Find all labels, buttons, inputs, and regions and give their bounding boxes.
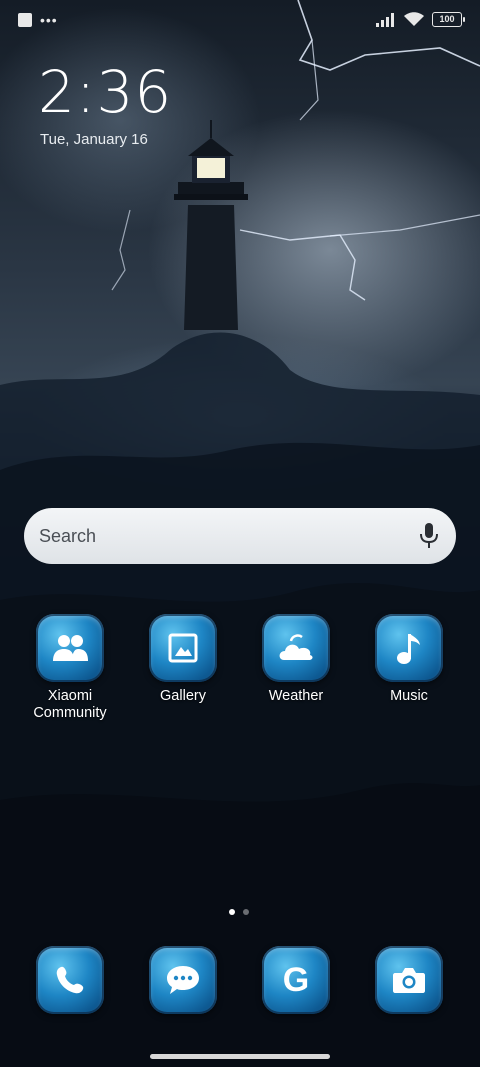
app-label: Weather [268,688,324,704]
more-dots-icon: ••• [40,12,58,28]
dock-messages[interactable] [133,946,233,1014]
phone-icon [36,946,104,1014]
gallery-icon [149,614,217,682]
battery-icon: 100 [432,12,465,27]
app-weather[interactable]: Weather [246,614,346,705]
google-icon: G [262,946,330,1014]
camera-icon [375,946,443,1014]
wifi-icon [404,12,424,26]
page-indicator [229,909,249,915]
google-glyph: G [282,960,310,999]
home-gesture-bar[interactable] [150,1054,330,1059]
app-gallery[interactable]: Gallery [133,614,233,705]
dock-google[interactable]: G [246,946,346,1014]
signal-icon [376,12,394,27]
dock-phone[interactable] [20,946,120,1014]
app-label: Music [390,688,428,704]
community-icon [36,614,104,682]
app-label: Xiaomi Community [33,688,107,721]
search-placeholder: Search [39,526,97,546]
clock-time[interactable]: 2:36 [38,58,172,126]
mic-icon[interactable] [420,523,438,549]
messages-icon [149,946,217,1014]
notification-square-icon [18,13,32,27]
app-xiaomi-community[interactable]: Xiaomi Community [20,614,120,722]
status-bar: ••• 100 [0,0,480,42]
music-icon [375,614,443,682]
page-dot[interactable] [243,909,249,915]
clock-date[interactable]: Tue, January 16 [40,131,148,148]
page-dot-current[interactable] [229,909,235,915]
battery-level: 100 [439,14,455,24]
weather-icon [262,614,330,682]
dock-camera[interactable] [359,946,459,1014]
app-label: Gallery [160,688,206,704]
search-bar[interactable]: Search [24,508,456,564]
app-music[interactable]: Music [359,614,459,705]
